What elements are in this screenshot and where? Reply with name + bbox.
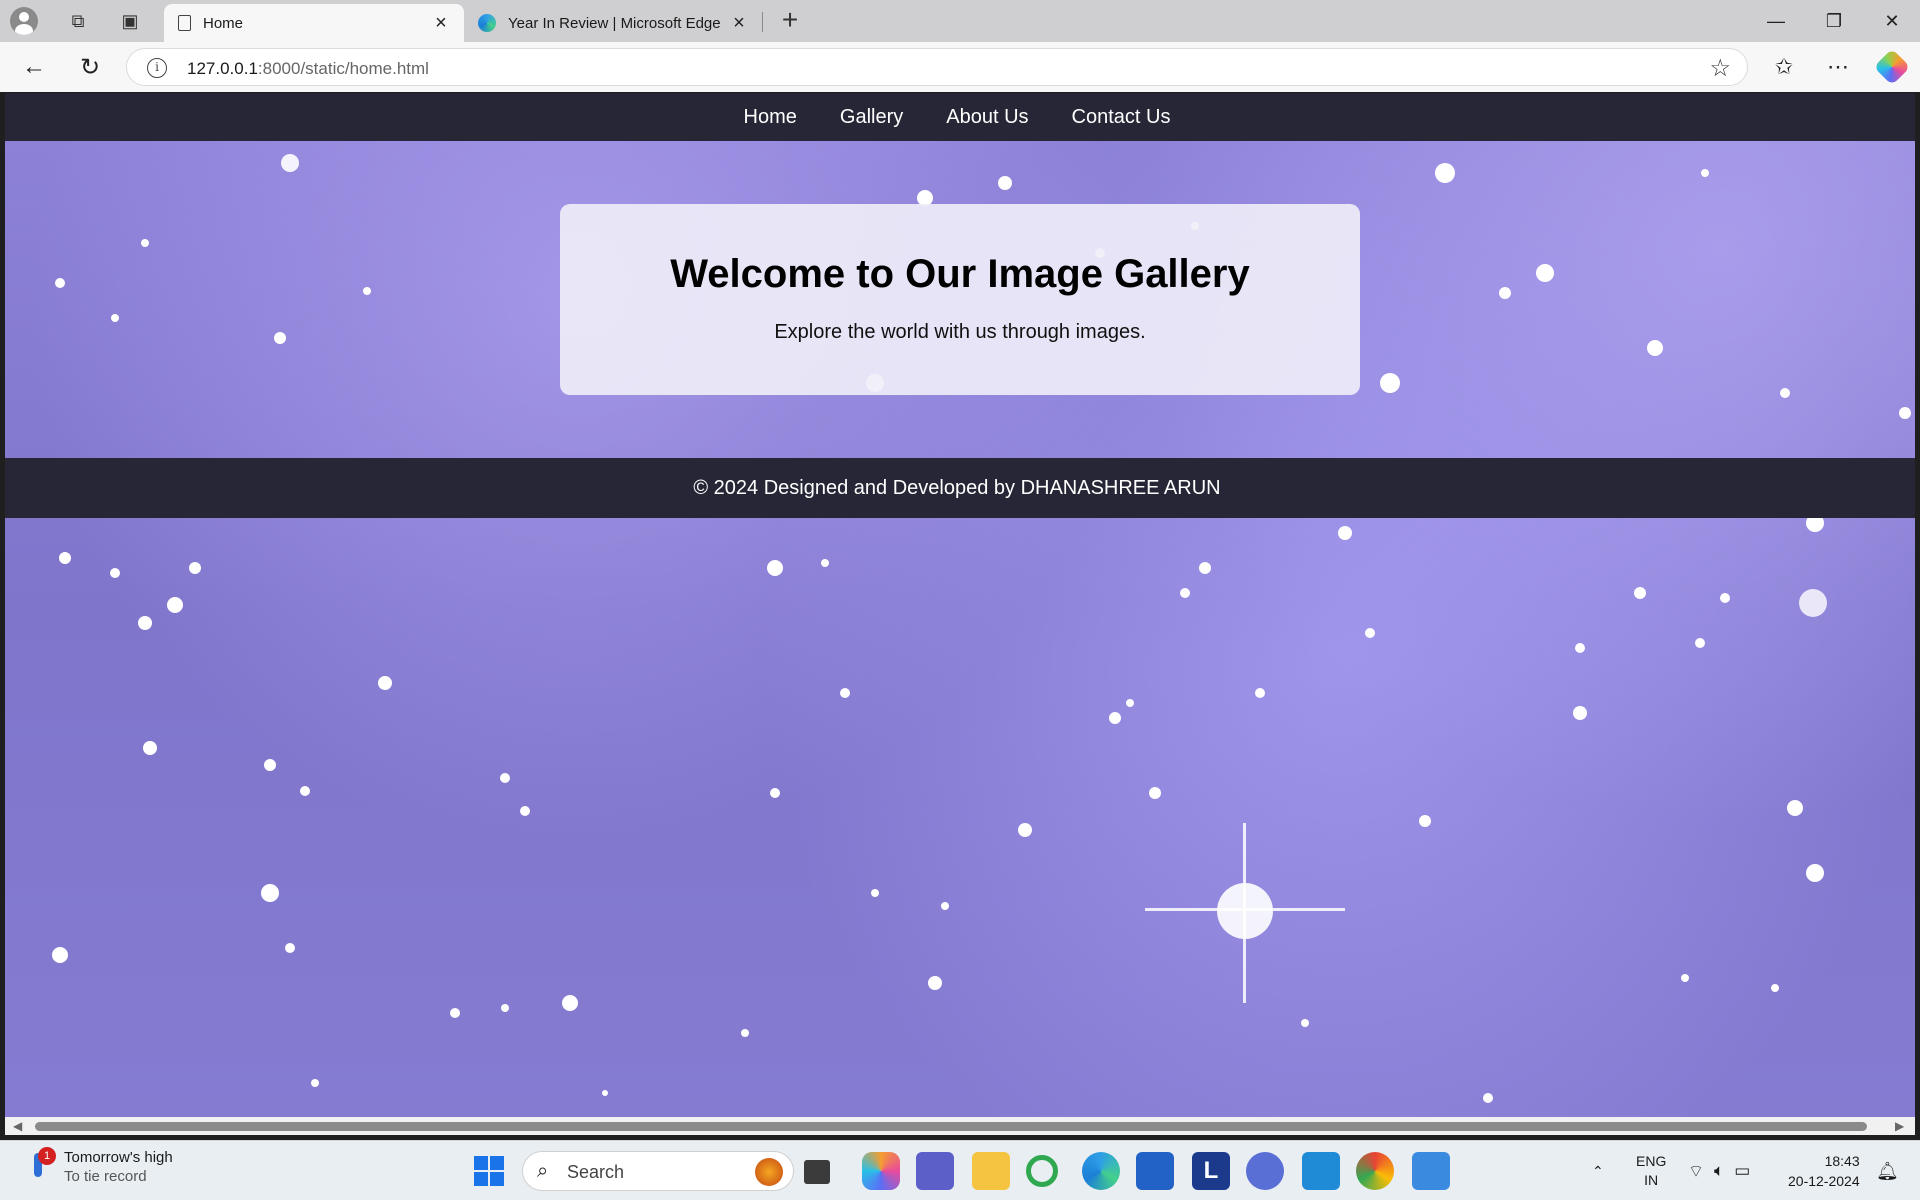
store-icon[interactable]	[1136, 1152, 1174, 1190]
settings-more-button[interactable]: ⋯	[1820, 50, 1856, 84]
notifications-button[interactable]: 🔔︎	[1876, 1141, 1899, 1200]
tab-actions-icon: ▣	[121, 10, 139, 31]
clock-date: 20-12-2024	[1788, 1173, 1860, 1189]
back-arrow-icon: ←	[22, 53, 46, 80]
copilot-app-icon[interactable]	[862, 1152, 900, 1190]
tab-actions-button[interactable]: ▣	[114, 6, 146, 36]
workspaces-button[interactable]: ⧉	[62, 6, 94, 36]
lang-bottom: IN	[1644, 1172, 1659, 1188]
address-bar[interactable]: i 127.0.0.1:8000/static/home.html ☆	[126, 48, 1748, 86]
scrollbar-thumb[interactable]	[35, 1122, 1867, 1131]
close-tab-icon[interactable]: ×	[728, 12, 750, 35]
show-hidden-icons-button[interactable]: ⌃	[1592, 1141, 1604, 1200]
tab-title: Year In Review | Microsoft Edge	[508, 14, 721, 32]
hero-card: Welcome to Our Image Gallery Explore the…	[560, 204, 1360, 395]
tab-title: Home	[203, 14, 244, 32]
browser-tab-strip: ⧉ ▣ Home × Year In Review | Microsoft Ed…	[0, 0, 1920, 42]
weather-widget[interactable]: 1 Tomorrow's high To tie record	[28, 1147, 173, 1185]
close-icon: ✕	[1884, 10, 1900, 31]
battery-icon: ▭	[1734, 1161, 1751, 1180]
search-highlight-icon	[755, 1158, 783, 1186]
profile-button[interactable]	[8, 6, 40, 36]
edge-icon	[478, 14, 496, 32]
refresh-button[interactable]: ↻	[72, 50, 108, 84]
lang-top: ENG	[1636, 1153, 1667, 1169]
clock-time: 18:43	[1824, 1153, 1860, 1169]
site-nav: Home Gallery About Us Contact Us	[5, 93, 1915, 141]
nav-home[interactable]: Home	[744, 106, 797, 129]
search-icon: ⌕	[537, 1160, 549, 1182]
bell-icon: 🔔︎	[1876, 1160, 1899, 1181]
minimize-icon: —	[1767, 10, 1785, 31]
restore-button[interactable]: ❐	[1806, 0, 1862, 42]
taskbar: 1 Tomorrow's high To tie record ⌕ Search…	[0, 1140, 1920, 1200]
taskbar-search[interactable]: ⌕ Search	[522, 1151, 794, 1191]
horizontal-scrollbar[interactable]: ◀ ▶	[5, 1117, 1915, 1135]
weather-subtitle: To tie record	[64, 1168, 147, 1185]
footer-text: © 2024 Designed and Developed by DHANASH…	[693, 476, 1221, 499]
chevron-up-icon: ⌃	[1592, 1162, 1604, 1179]
nav-contact-us[interactable]: Contact Us	[1072, 106, 1171, 129]
minimize-button[interactable]: —	[1748, 0, 1804, 42]
clock[interactable]: 18:43 20-12-2024	[1788, 1141, 1860, 1200]
scroll-right-icon[interactable]: ▶	[1895, 1120, 1907, 1132]
nav-about-us[interactable]: About Us	[946, 106, 1028, 129]
tab-separator	[762, 12, 763, 32]
wifi-icon: ⌔	[1688, 1161, 1704, 1181]
address-bar-row: ← ↻ i 127.0.0.1:8000/static/home.html ☆ …	[0, 42, 1920, 92]
system-tray[interactable]: ⌔ 🔈︎ ▭	[1688, 1141, 1750, 1200]
favorites-button[interactable]: ✩	[1766, 50, 1802, 84]
notepad-icon[interactable]	[1412, 1152, 1450, 1190]
restore-icon: ❐	[1825, 10, 1843, 31]
more-icon: ⋯	[1827, 54, 1849, 79]
tab-home[interactable]: Home ×	[164, 4, 464, 42]
task-view-icon[interactable]	[804, 1160, 830, 1184]
site-footer: © 2024 Designed and Developed by DHANASH…	[5, 458, 1915, 518]
site-info-icon[interactable]: i	[147, 58, 167, 78]
language-indicator[interactable]: ENG IN	[1636, 1141, 1666, 1200]
favorite-star-icon[interactable]: ☆	[1709, 54, 1731, 83]
url-path: :8000/static/home.html	[257, 59, 429, 78]
hero-subtitle: Explore the world with us through images…	[774, 321, 1146, 343]
page-title: Welcome to Our Image Gallery	[670, 252, 1250, 296]
windows-logo-icon	[474, 1156, 488, 1170]
page-viewport: Home Gallery About Us Contact Us Welcome…	[5, 93, 1915, 1117]
weather-title: Tomorrow's high	[64, 1149, 173, 1166]
search-label: Search	[567, 1162, 625, 1182]
thermometer-icon: 1	[28, 1147, 56, 1185]
workspaces-icon: ⧉	[71, 10, 85, 31]
l-app-icon[interactable]: L	[1192, 1152, 1230, 1190]
url-host: 127.0.0.1	[187, 59, 258, 78]
chrome-icon[interactable]	[1356, 1152, 1394, 1190]
back-button[interactable]: ←	[16, 50, 52, 84]
refresh-icon: ↻	[79, 53, 101, 81]
vscode-icon[interactable]	[1302, 1152, 1340, 1190]
page-icon	[178, 15, 191, 31]
url-text[interactable]: 127.0.0.1:8000/static/home.html	[187, 59, 429, 79]
notification-badge: 1	[38, 1147, 56, 1165]
copilot-button[interactable]	[1873, 48, 1911, 86]
scroll-left-icon[interactable]: ◀	[13, 1120, 25, 1132]
file-explorer-icon[interactable]	[972, 1152, 1010, 1190]
refresh-app-icon[interactable]	[1026, 1155, 1058, 1187]
favorites-icon: ✩	[1774, 54, 1794, 79]
volume-icon: 🔈︎	[1713, 1161, 1725, 1180]
copilot-icon	[1873, 48, 1911, 86]
nav-gallery[interactable]: Gallery	[840, 106, 903, 129]
a-app-icon[interactable]	[1246, 1152, 1284, 1190]
profile-icon	[10, 7, 38, 35]
edge-taskbar-icon[interactable]	[1082, 1152, 1120, 1190]
close-tab-icon[interactable]: ×	[430, 12, 452, 35]
close-window-button[interactable]: ✕	[1864, 0, 1920, 42]
start-button[interactable]	[470, 1152, 508, 1190]
tab-year-in-review[interactable]: Year In Review | Microsoft Edge ×	[466, 4, 762, 42]
new-tab-button[interactable]: +	[774, 4, 806, 36]
teams-icon[interactable]	[916, 1152, 954, 1190]
